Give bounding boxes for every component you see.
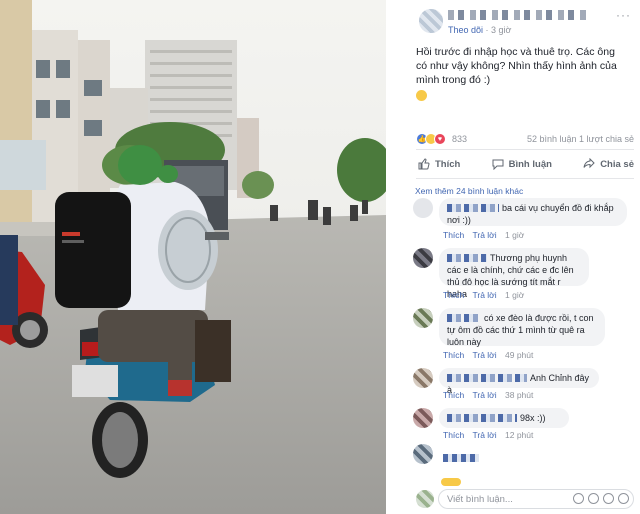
reaction-icons[interactable]: 👍 ♥ <box>416 133 446 145</box>
post-actions: Thích Bình luận Chia sẻ <box>416 152 634 176</box>
commenter-name-blurred[interactable] <box>447 254 487 262</box>
divider <box>416 178 634 179</box>
emoji-icon[interactable] <box>573 493 584 504</box>
reaction-count[interactable]: 833 <box>452 134 467 144</box>
commenter-avatar[interactable] <box>413 444 433 464</box>
share-arrow-icon <box>583 158 595 169</box>
comment-reply-link[interactable]: Trả lời <box>472 390 496 400</box>
like-button[interactable]: Thích <box>418 158 460 170</box>
follow-link[interactable]: Theo dõi <box>448 25 483 35</box>
share-button[interactable]: Chia sẻ <box>583 158 634 170</box>
comment-input[interactable]: Viết bình luận... <box>438 489 634 509</box>
comment-reply-link[interactable]: Trả lời <box>472 230 496 240</box>
comment-actions: Thích Trả lời 49 phút <box>443 350 539 360</box>
comment-input-placeholder: Viết bình luận... <box>447 494 513 505</box>
smile-emoji-icon <box>416 90 427 101</box>
comment-time[interactable]: 1 giờ <box>505 290 524 300</box>
comment-bubble-icon <box>492 159 504 170</box>
comment-text: 98x :)) <box>520 413 546 423</box>
commenter-name-blurred[interactable] <box>447 314 481 322</box>
post-header: Theo dõi · 3 giờ ··· <box>386 0 640 40</box>
post-text: Hồi trước đi nhập học và thuê trọ. Các ô… <box>416 45 628 103</box>
comment-bubble: có xe đèo là được rồi, t con tự ôm đồ cá… <box>439 308 605 347</box>
commenter-name-blurred[interactable] <box>447 414 517 422</box>
camera-icon[interactable] <box>588 493 599 504</box>
post-text-body: Hồi trước đi nhập học và thuê trọ. Các ô… <box>416 46 617 86</box>
more-options-icon[interactable]: ··· <box>616 9 632 21</box>
post-photo[interactable] <box>0 0 386 514</box>
commenter-avatar[interactable] <box>413 198 433 218</box>
post-time[interactable]: 3 giờ <box>491 25 511 35</box>
reactions-row: 👍 ♥ 833 52 bình luận 1 lượt chia sẻ <box>416 133 634 147</box>
comment-share-stats[interactable]: 52 bình luận 1 lượt chia sẻ <box>527 134 634 144</box>
comment-actions: Thích Trả lời 1 giờ <box>443 290 530 300</box>
comment-like-link[interactable]: Thích <box>443 430 464 440</box>
love-reaction-icon: ♥ <box>434 133 446 145</box>
view-more-comments-link[interactable]: Xem thêm 24 bình luận khác <box>415 186 523 196</box>
commenter-avatar[interactable] <box>413 408 433 428</box>
comment-like-link[interactable]: Thích <box>443 350 464 360</box>
comment-bubble: ba cái vụ chuyển đồ đi khắp nơi :)) <box>439 198 627 226</box>
photo-viewer: Theo dõi · 3 giờ ··· Hồi trước đi nhập h… <box>0 0 640 514</box>
commenter-avatar[interactable] <box>413 308 433 328</box>
comment-time[interactable]: 49 phút <box>505 350 533 360</box>
composer-icons <box>573 493 629 504</box>
comment-bubble: Anh Chỉnh đây à <box>439 368 599 395</box>
comment-like-link[interactable]: Thích <box>443 390 464 400</box>
commenter-name-blurred[interactable] <box>447 204 499 212</box>
thumb-up-icon <box>418 158 430 170</box>
street-photo-image <box>0 0 386 514</box>
commenter-avatar[interactable] <box>413 368 433 388</box>
comment-button[interactable]: Bình luận <box>492 158 552 170</box>
comment-like-link[interactable]: Thích <box>443 290 464 300</box>
commenter-name-blurred[interactable] <box>447 374 527 382</box>
comment-bubble: Thương phụ huynh các e là chính, chứ các… <box>439 248 589 299</box>
gif-icon[interactable] <box>603 493 614 504</box>
comment-reply-link[interactable]: Trả lời <box>472 290 496 300</box>
post-side-panel: Theo dõi · 3 giờ ··· Hồi trước đi nhập h… <box>386 0 640 514</box>
sticker-icon <box>441 478 461 486</box>
commenter-avatar[interactable] <box>413 248 433 268</box>
comment-actions: Thích Trả lời 38 phút <box>443 390 539 400</box>
comment-composer: Viết bình luận... <box>386 486 640 514</box>
comment-bubble: 98x :)) <box>439 408 569 428</box>
comment-reply-link[interactable]: Trả lời <box>472 350 496 360</box>
comment-time[interactable]: 38 phút <box>505 390 533 400</box>
author-name-blurred[interactable] <box>448 10 588 20</box>
divider <box>416 149 634 150</box>
comment-actions: Thích Trả lời 1 giờ <box>443 230 530 240</box>
comment-time[interactable]: 1 giờ <box>505 230 524 240</box>
commenter-name-blurred[interactable] <box>443 454 479 462</box>
author-avatar[interactable] <box>419 9 443 33</box>
comment-time[interactable]: 12 phút <box>505 430 533 440</box>
post-meta: Theo dõi · 3 giờ <box>448 25 512 35</box>
comment-like-link[interactable]: Thích <box>443 230 464 240</box>
comment-actions: Thích Trả lời 12 phút <box>443 430 539 440</box>
comment-reply-link[interactable]: Trả lời <box>472 430 496 440</box>
current-user-avatar <box>416 490 434 508</box>
sticker-icon[interactable] <box>618 493 629 504</box>
